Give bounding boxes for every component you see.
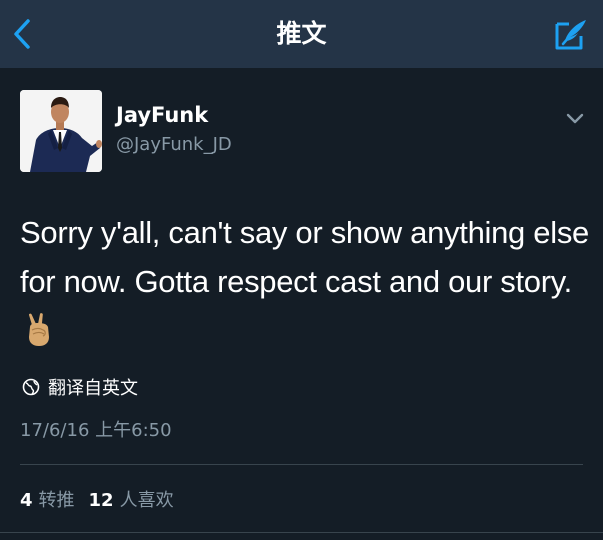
- likes-label: 人喜欢: [119, 490, 174, 511]
- victory-hand-emoji: [26, 312, 52, 361]
- author-photo: [20, 90, 102, 172]
- page-title: 推文: [276, 19, 327, 48]
- retweets-count: 4: [20, 490, 33, 511]
- chevron-down-icon: [566, 113, 584, 124]
- divider: [0, 532, 603, 533]
- tweet-stats: 4 转推 12 人喜欢: [20, 486, 188, 512]
- tweet-text: Sorry y'all, can't say or show anything …: [20, 215, 589, 299]
- likes-count: 12: [88, 490, 114, 511]
- retweets-stat[interactable]: 4 转推: [20, 486, 75, 512]
- compose-tweet-icon: [555, 20, 586, 50]
- tweet-timestamp: 17/6/16 上午6:50: [20, 420, 172, 441]
- more-options-button[interactable]: [563, 106, 587, 130]
- author-handle[interactable]: @JayFunk_JD: [116, 134, 232, 155]
- globe-icon: [22, 378, 40, 396]
- likes-stat[interactable]: 12 人喜欢: [89, 486, 174, 512]
- author-display-name[interactable]: JayFunk: [116, 103, 208, 127]
- retweets-label: 转推: [38, 490, 75, 511]
- tweet-text-container: Sorry y'all, can't say or show anything …: [20, 208, 595, 361]
- avatar[interactable]: [20, 90, 102, 172]
- nav-bar: 推文: [0, 0, 603, 68]
- translate-link[interactable]: 翻译自英文: [22, 374, 138, 400]
- compose-tweet-button[interactable]: [553, 16, 589, 52]
- divider: [20, 464, 583, 465]
- translate-label: 翻译自英文: [48, 378, 138, 399]
